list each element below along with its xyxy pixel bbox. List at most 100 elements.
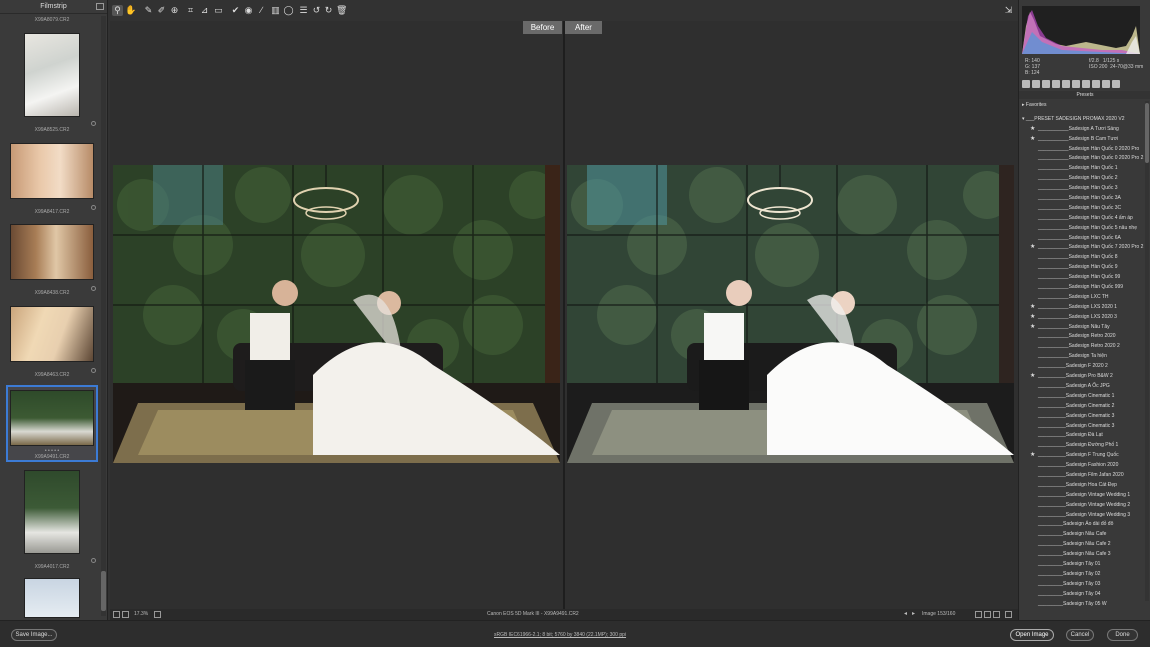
presets-scrollbar[interactable] — [1145, 101, 1149, 601]
preset-item[interactable]: __________Sadesign Fashion 2020 — [1022, 461, 1148, 471]
filmstrip-item[interactable] — [6, 578, 98, 618]
preset-item[interactable]: ___________Sadesign Retro 2020 2 — [1022, 342, 1148, 352]
targeted-adjustment-icon[interactable]: ⊕ — [169, 5, 180, 16]
next-image-icon[interactable]: ▸ — [912, 609, 915, 620]
preset-item[interactable]: __________Sadesign Vintage Wedding 1 — [1022, 491, 1148, 501]
filmstrip-item[interactable]: X99A4017.CR2 — [6, 470, 98, 570]
view-mode-icon[interactable] — [975, 611, 982, 618]
preset-item[interactable]: ___________Sadesign Hàn Quốc 1 — [1022, 164, 1148, 174]
favorite-star-icon[interactable]: ★ — [1030, 323, 1035, 333]
color-sampler-icon[interactable]: ✐ — [156, 5, 167, 16]
favorite-star-icon[interactable]: ★ — [1030, 243, 1035, 253]
preset-item[interactable]: __________Sadesign Cinematic 1 — [1022, 392, 1148, 402]
white-balance-tool-icon[interactable]: ✎ — [143, 5, 154, 16]
preset-item[interactable]: ___________Sadesign Ta hiện — [1022, 352, 1148, 362]
preset-item[interactable]: __________Sadesign Vintage Wedding 3 — [1022, 511, 1148, 521]
preset-item[interactable]: ★ ___________Sadesign Nâu Tây — [1022, 323, 1148, 333]
preset-item[interactable]: ___________Sadesign Hàn Quốc 4 ấm áp — [1022, 214, 1148, 224]
filmstrip-item[interactable]: X99A8463.CR2 — [6, 306, 98, 378]
preset-item[interactable]: __________Sadesign Cinematic 3 — [1022, 412, 1148, 422]
rotate-icon[interactable] — [91, 121, 96, 126]
preset-item[interactable]: ___________Sadesign Hàn Quốc 5 nâu nhẹ — [1022, 224, 1148, 234]
favorites-group[interactable]: ▸ Favorites — [1022, 101, 1148, 111]
preset-item[interactable]: ★ ___________Sadesign LXS 2020 1 — [1022, 303, 1148, 313]
preset-item[interactable]: ___________Sadesign Hàn Quốc 3C — [1022, 204, 1148, 214]
preset-item[interactable]: _________Sadesign Áo dài đỏ đô — [1022, 520, 1148, 530]
preset-item[interactable]: ★ ___________Sadesign LXS 2020 3 — [1022, 313, 1148, 323]
effects-tab-icon[interactable] — [1082, 80, 1090, 88]
filmstrip-item[interactable]: X99A8525.CR2 — [6, 33, 98, 133]
preset-item[interactable]: ___________Sadesign Hàn Quốc 8 — [1022, 253, 1148, 263]
preset-item[interactable]: ___________Sadesign Hàn Quốc 6A — [1022, 234, 1148, 244]
preset-item[interactable]: __________Sadesign Film Jafan 2020 — [1022, 471, 1148, 481]
preset-item[interactable]: ___________Sadesign Hàn Quốc 2 — [1022, 174, 1148, 184]
hand-tool-icon[interactable]: ✋ — [125, 5, 136, 16]
preset-item[interactable]: ★ ___________Sadesign B Cam Tươi — [1022, 135, 1148, 145]
straighten-tool-icon[interactable]: ⊿ — [199, 5, 210, 16]
rotate-icon[interactable] — [91, 205, 96, 210]
filmstrip-item[interactable]: X99A8417.CR2 — [6, 143, 98, 215]
preset-item[interactable]: ___________Sadesign Hàn Quốc 99 — [1022, 273, 1148, 283]
scrollbar-thumb[interactable] — [1145, 103, 1149, 163]
spot-removal-icon[interactable]: ✔ — [230, 5, 241, 16]
rotate-icon[interactable] — [91, 368, 96, 373]
preset-item[interactable]: ___________Sadesign Hàn Quốc 9 — [1022, 263, 1148, 273]
preset-group[interactable]: ▾ ___PRESET SADESIGN PROMAX 2020 V2 — [1022, 115, 1148, 125]
zoom-in-icon[interactable] — [122, 611, 129, 618]
favorite-star-icon[interactable]: ★ — [1030, 303, 1035, 313]
presets-tab-icon[interactable] — [1102, 80, 1110, 88]
open-image-button[interactable]: Open Image — [1010, 629, 1054, 641]
tone-curve-tab-icon[interactable] — [1032, 80, 1040, 88]
calibration-tab-icon[interactable] — [1092, 80, 1100, 88]
workflow-options-link[interactable]: sRGB IEC61966-2.1; 8 bit; 5760 by 3840 (… — [494, 632, 626, 638]
copy-settings-icon[interactable] — [993, 611, 1000, 618]
zoom-dropdown-icon[interactable] — [154, 611, 161, 618]
preset-item[interactable]: ___________Sadesign Hàn Quốc 999 — [1022, 283, 1148, 293]
crop-tool-icon[interactable]: ⌗ — [185, 5, 196, 16]
preset-item[interactable]: ___________Sadesign Retro 2020 — [1022, 332, 1148, 342]
preset-item[interactable]: _________Sadesign Tây 02 — [1022, 570, 1148, 580]
preset-item[interactable]: _________Sadesign Nâu Cafe 2 — [1022, 540, 1148, 550]
preset-item[interactable]: __________Sadesign Cinematic 2 — [1022, 402, 1148, 412]
preset-item[interactable]: _________Sadesign Tây 03 — [1022, 580, 1148, 590]
preferences-icon[interactable]: ☰ — [298, 5, 309, 16]
preset-item[interactable]: __________Sadesign Đà Lạt — [1022, 431, 1148, 441]
save-image-button[interactable]: Save Image... — [11, 629, 57, 641]
favorite-star-icon[interactable]: ★ — [1030, 451, 1035, 461]
fullscreen-icon[interactable]: ⇲ — [1003, 5, 1014, 16]
preset-item[interactable]: __________Sadesign A Ốc JPG — [1022, 382, 1148, 392]
preset-item[interactable]: __________Sadesign Cinematic 3 — [1022, 422, 1148, 432]
preset-item[interactable]: ___________Sadesign Hàn Quốc 3 — [1022, 184, 1148, 194]
zoom-out-icon[interactable] — [113, 611, 120, 618]
detail-tab-icon[interactable] — [1042, 80, 1050, 88]
favorite-star-icon[interactable]: ★ — [1030, 372, 1035, 382]
preset-item[interactable]: ★ ___________Sadesign A Tươi Sáng — [1022, 125, 1148, 135]
split-toning-tab-icon[interactable] — [1062, 80, 1070, 88]
favorite-star-icon[interactable]: ★ — [1030, 125, 1035, 135]
rotate-icon[interactable] — [91, 558, 96, 563]
toggle-settings-icon[interactable] — [1005, 611, 1012, 618]
preset-item[interactable]: ___________Sadesign Hàn Quốc 3A — [1022, 194, 1148, 204]
snapshots-tab-icon[interactable] — [1112, 80, 1120, 88]
basic-tab-icon[interactable] — [1022, 80, 1030, 88]
hsl-tab-icon[interactable] — [1052, 80, 1060, 88]
preset-item[interactable]: ___________Sadesign LXC TH — [1022, 293, 1148, 303]
favorite-star-icon[interactable]: ★ — [1030, 135, 1035, 145]
preset-item[interactable]: ★ ___________Sadesign Hàn Quốc 7 2020 Pro… — [1022, 243, 1148, 253]
red-eye-icon[interactable]: ◉ — [243, 5, 254, 16]
zoom-tool-icon[interactable]: ⚲ — [112, 5, 123, 16]
previous-image-icon[interactable]: ◂ — [904, 609, 907, 620]
preset-item[interactable]: _________Sadesign Nâu Cafe — [1022, 530, 1148, 540]
preset-item[interactable]: __________Sadesign Hoa Cát Đẹp — [1022, 481, 1148, 491]
cancel-button[interactable]: Cancel — [1066, 629, 1094, 641]
swap-settings-icon[interactable] — [984, 611, 991, 618]
preset-item[interactable]: _________Sadesign Tây 05 W — [1022, 600, 1148, 610]
preset-item[interactable]: __________Sadesign Vintage Wedding 2 — [1022, 501, 1148, 511]
filmstrip-item[interactable]: X99A8079.CR2 — [6, 17, 98, 23]
rotate-icon[interactable] — [91, 286, 96, 291]
preset-item[interactable]: _________Sadesign Tây 01 — [1022, 560, 1148, 570]
preset-item[interactable]: ___________Sadesign Hàn Quốc 0 2020 Pro — [1022, 145, 1148, 155]
preset-item[interactable]: ___________Sadesign Hàn Quốc 0 2020 Pro … — [1022, 154, 1148, 164]
filmstrip-menu-icon[interactable] — [96, 3, 104, 10]
preset-item[interactable]: _________Sadesign Tây 04 — [1022, 590, 1148, 600]
